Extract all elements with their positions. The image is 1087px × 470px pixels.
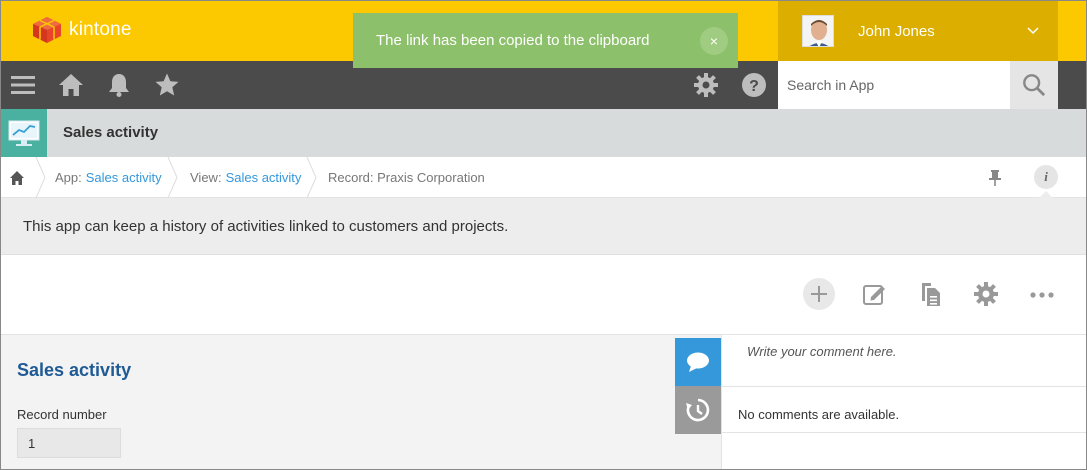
record-form: Sales activity Record number 1 xyxy=(1,335,721,469)
user-name: John Jones xyxy=(858,22,935,40)
info-icon[interactable]: i xyxy=(1034,165,1058,189)
history-tab[interactable] xyxy=(675,386,721,434)
app-search xyxy=(778,61,1058,109)
chevron-down-icon xyxy=(1027,27,1039,35)
comment-input[interactable] xyxy=(722,335,1086,387)
record-number-label: Record number xyxy=(17,407,107,422)
settings-icon xyxy=(974,282,998,306)
duplicate-record-button[interactable] xyxy=(914,278,946,310)
search-input[interactable] xyxy=(778,61,1010,109)
history-icon xyxy=(686,398,710,422)
breadcrumb-separator xyxy=(306,157,317,198)
record-toolbar xyxy=(1,255,1086,335)
svg-text:?: ? xyxy=(749,78,759,95)
bell-icon[interactable] xyxy=(105,71,133,99)
user-photo xyxy=(803,16,833,46)
edit-icon xyxy=(863,285,885,305)
toast-message: The link has been copied to the clipboar… xyxy=(376,32,650,49)
chart-monitor-icon xyxy=(8,120,40,146)
app-title-bar: Sales activity xyxy=(1,109,1086,157)
breadcrumb-view: View: Sales activity xyxy=(190,157,301,198)
comments-tab[interactable] xyxy=(675,338,721,386)
app-icon[interactable] xyxy=(1,109,47,157)
info-notch xyxy=(1039,191,1053,198)
star-icon[interactable] xyxy=(153,71,181,99)
breadcrumb-app: App: Sales activity xyxy=(55,157,162,198)
breadcrumb: App: Sales activity View: Sales activity… xyxy=(1,157,1086,198)
search-button[interactable] xyxy=(1010,61,1058,109)
menu-icon[interactable] xyxy=(9,71,37,99)
breadcrumb-home-icon[interactable] xyxy=(9,170,25,186)
help-icon[interactable]: ? xyxy=(740,71,768,99)
breadcrumb-view-label: View: xyxy=(190,170,222,185)
form-section-title: Sales activity xyxy=(17,360,132,380)
breadcrumb-separator xyxy=(35,157,46,198)
breadcrumb-record-label: Record: Praxis Corporation xyxy=(328,170,485,185)
duplicate-icon xyxy=(922,283,940,306)
record-settings-button[interactable] xyxy=(970,278,1002,310)
panel-divider xyxy=(722,432,1086,433)
pin-icon[interactable] xyxy=(987,169,1003,187)
gear-icon[interactable] xyxy=(692,71,720,99)
clipboard-toast: The link has been copied to the clipboar… xyxy=(353,13,738,68)
avatar xyxy=(802,15,834,47)
no-comments-text: No comments are available. xyxy=(738,407,900,422)
app-title: Sales activity xyxy=(63,124,159,141)
comment-icon xyxy=(687,352,709,372)
add-record-button[interactable] xyxy=(803,278,835,310)
breadcrumb-separator xyxy=(167,157,178,198)
edit-record-button[interactable] xyxy=(858,278,890,310)
toast-close-button[interactable]: × xyxy=(700,26,728,55)
add-icon xyxy=(811,286,827,302)
breadcrumb-app-link[interactable]: Sales activity xyxy=(86,170,162,185)
breadcrumb-view-link[interactable]: Sales activity xyxy=(226,170,302,185)
comments-panel: No comments are available. xyxy=(721,335,1086,469)
breadcrumb-app-label: App: xyxy=(55,170,82,185)
breadcrumb-record: Record: Praxis Corporation xyxy=(328,157,485,198)
app-description-panel: This app can keep a history of activitie… xyxy=(1,198,1086,255)
more-icon xyxy=(1030,292,1054,298)
home-icon[interactable] xyxy=(57,71,85,99)
app-description: This app can keep a history of activitie… xyxy=(23,218,509,235)
kintone-logo-icon xyxy=(33,17,61,43)
record-number-value: 1 xyxy=(17,428,121,458)
kintone-window: kintone John Jones The link has been cop… xyxy=(0,0,1087,470)
more-actions-button[interactable] xyxy=(1026,278,1058,310)
user-menu[interactable]: John Jones xyxy=(778,1,1058,61)
global-navbar: ? xyxy=(1,61,1086,109)
kintone-logo[interactable]: kintone xyxy=(29,15,132,45)
search-icon xyxy=(1023,74,1046,97)
brand-name: kintone xyxy=(69,19,132,40)
